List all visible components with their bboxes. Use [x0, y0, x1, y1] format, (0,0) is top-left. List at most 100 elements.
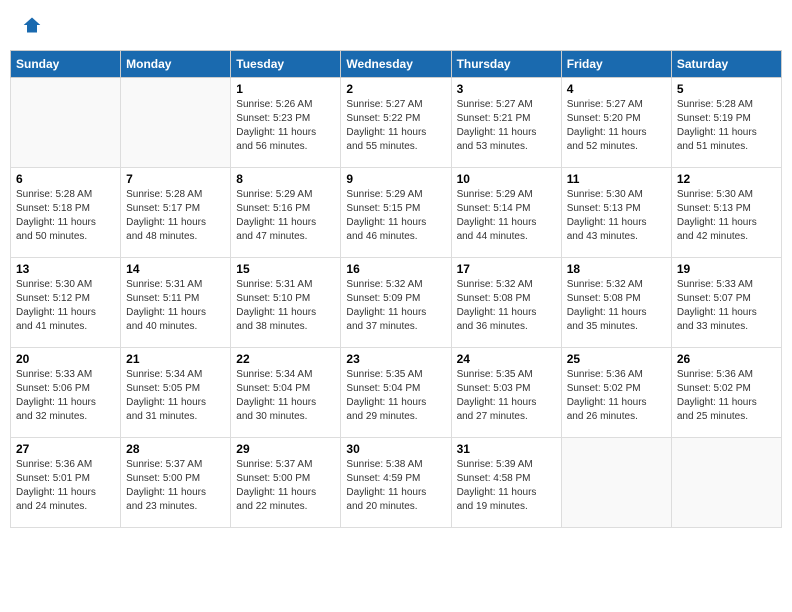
- calendar-cell: 20 Sunrise: 5:33 AMSunset: 5:06 PMDayligh…: [11, 348, 121, 438]
- calendar-cell: 2 Sunrise: 5:27 AMSunset: 5:22 PMDaylight…: [341, 78, 451, 168]
- logo-icon: [22, 15, 42, 35]
- calendar-cell: 9 Sunrise: 5:29 AMSunset: 5:15 PMDaylight…: [341, 168, 451, 258]
- day-number: 11: [567, 172, 666, 186]
- calendar-week-row: 1Sunrise: 5:26 AMSunset: 5:23 PMDaylight…: [11, 78, 782, 168]
- day-number: 28: [126, 442, 225, 456]
- calendar-cell: 18 Sunrise: 5:32 AMSunset: 5:08 PMDayligh…: [561, 258, 671, 348]
- calendar-cell: 31Sunrise: 5:39 AMSunset: 4:58 PMDayligh…: [451, 438, 561, 528]
- logo: [20, 15, 42, 35]
- day-info: Sunrise: 5:34 AMSunset: 5:04 PMDaylight:…: [236, 368, 335, 424]
- day-number: 25: [567, 352, 666, 366]
- day-number: 4: [567, 82, 666, 96]
- calendar-cell: 15 Sunrise: 5:31 AMSunset: 5:10 PMDayligh…: [231, 258, 341, 348]
- day-number: 18: [567, 262, 666, 276]
- calendar-week-row: 13 Sunrise: 5:30 AMSunset: 5:12 PMDayligh…: [11, 258, 782, 348]
- calendar-cell: 22 Sunrise: 5:34 AMSunset: 5:04 PMDayligh…: [231, 348, 341, 438]
- calendar-header: SundayMondayTuesdayWednesdayThursdayFrid…: [11, 51, 782, 78]
- calendar-cell: 23Sunrise: 5:35 AMSunset: 5:04 PMDayligh…: [341, 348, 451, 438]
- day-info: Sunrise: 5:27 AMSunset: 5:22 PMDaylight:…: [346, 98, 445, 154]
- day-info: Sunrise: 5:34 AMSunset: 5:05 PMDaylight:…: [126, 368, 225, 424]
- day-number: 7: [126, 172, 225, 186]
- day-number: 29: [236, 442, 335, 456]
- calendar-cell: [671, 438, 781, 528]
- weekday-header: Tuesday: [231, 51, 341, 78]
- day-number: 5: [677, 82, 776, 96]
- calendar-cell: 19 Sunrise: 5:33 AMSunset: 5:07 PMDayligh…: [671, 258, 781, 348]
- day-number: 14: [126, 262, 225, 276]
- day-number: 3: [457, 82, 556, 96]
- calendar-table: SundayMondayTuesdayWednesdayThursdayFrid…: [10, 50, 782, 528]
- day-number: 27: [16, 442, 115, 456]
- calendar-cell: 6Sunrise: 5:28 AMSunset: 5:18 PMDaylight…: [11, 168, 121, 258]
- day-number: 10: [457, 172, 556, 186]
- calendar-cell: [561, 438, 671, 528]
- calendar-cell: [11, 78, 121, 168]
- day-info: Sunrise: 5:30 AMSunset: 5:13 PMDaylight:…: [567, 188, 666, 244]
- calendar-body: 1Sunrise: 5:26 AMSunset: 5:23 PMDaylight…: [11, 78, 782, 528]
- calendar-cell: 4 Sunrise: 5:27 AMSunset: 5:20 PMDaylight…: [561, 78, 671, 168]
- day-info: Sunrise: 5:35 AMSunset: 5:04 PMDaylight:…: [346, 368, 445, 424]
- day-info: Sunrise: 5:35 AMSunset: 5:03 PMDaylight:…: [457, 368, 556, 424]
- day-info: Sunrise: 5:28 AMSunset: 5:17 PMDaylight:…: [126, 188, 225, 244]
- calendar-week-row: 6Sunrise: 5:28 AMSunset: 5:18 PMDaylight…: [11, 168, 782, 258]
- day-info: Sunrise: 5:36 AMSunset: 5:02 PMDaylight:…: [567, 368, 666, 424]
- day-number: 16: [346, 262, 445, 276]
- day-info: Sunrise: 5:29 AMSunset: 5:15 PMDaylight:…: [346, 188, 445, 244]
- calendar-cell: 17 Sunrise: 5:32 AMSunset: 5:08 PMDayligh…: [451, 258, 561, 348]
- day-info: Sunrise: 5:30 AMSunset: 5:12 PMDaylight:…: [16, 278, 115, 334]
- day-info: Sunrise: 5:31 AMSunset: 5:10 PMDaylight:…: [236, 278, 335, 334]
- calendar-week-row: 27Sunrise: 5:36 AMSunset: 5:01 PMDayligh…: [11, 438, 782, 528]
- weekday-header: Sunday: [11, 51, 121, 78]
- day-number: 9: [346, 172, 445, 186]
- day-info: Sunrise: 5:27 AMSunset: 5:21 PMDaylight:…: [457, 98, 556, 154]
- calendar-cell: 16Sunrise: 5:32 AMSunset: 5:09 PMDayligh…: [341, 258, 451, 348]
- calendar-cell: 3 Sunrise: 5:27 AMSunset: 5:21 PMDaylight…: [451, 78, 561, 168]
- weekday-header: Wednesday: [341, 51, 451, 78]
- day-number: 8: [236, 172, 335, 186]
- calendar-cell: 26Sunrise: 5:36 AMSunset: 5:02 PMDayligh…: [671, 348, 781, 438]
- calendar-cell: 10 Sunrise: 5:29 AMSunset: 5:14 PMDayligh…: [451, 168, 561, 258]
- day-info: Sunrise: 5:39 AMSunset: 4:58 PMDaylight:…: [457, 458, 556, 514]
- calendar-cell: 30Sunrise: 5:38 AMSunset: 4:59 PMDayligh…: [341, 438, 451, 528]
- day-info: Sunrise: 5:33 AMSunset: 5:06 PMDaylight:…: [16, 368, 115, 424]
- calendar-cell: 24 Sunrise: 5:35 AMSunset: 5:03 PMDayligh…: [451, 348, 561, 438]
- day-number: 24: [457, 352, 556, 366]
- calendar-cell: 12 Sunrise: 5:30 AMSunset: 5:13 PMDayligh…: [671, 168, 781, 258]
- calendar-cell: 28 Sunrise: 5:37 AMSunset: 5:00 PMDayligh…: [121, 438, 231, 528]
- calendar-cell: 5 Sunrise: 5:28 AMSunset: 5:19 PMDaylight…: [671, 78, 781, 168]
- calendar-cell: 8 Sunrise: 5:29 AMSunset: 5:16 PMDaylight…: [231, 168, 341, 258]
- day-number: 21: [126, 352, 225, 366]
- day-number: 20: [16, 352, 115, 366]
- calendar-cell: 7 Sunrise: 5:28 AMSunset: 5:17 PMDaylight…: [121, 168, 231, 258]
- day-number: 17: [457, 262, 556, 276]
- day-number: 15: [236, 262, 335, 276]
- calendar-cell: 29Sunrise: 5:37 AMSunset: 5:00 PMDayligh…: [231, 438, 341, 528]
- calendar-cell: 13 Sunrise: 5:30 AMSunset: 5:12 PMDayligh…: [11, 258, 121, 348]
- day-info: Sunrise: 5:28 AMSunset: 5:19 PMDaylight:…: [677, 98, 776, 154]
- day-info: Sunrise: 5:26 AMSunset: 5:23 PMDaylight:…: [236, 98, 335, 154]
- weekday-header: Thursday: [451, 51, 561, 78]
- day-number: 6: [16, 172, 115, 186]
- calendar-cell: 14Sunrise: 5:31 AMSunset: 5:11 PMDayligh…: [121, 258, 231, 348]
- calendar-cell: 27Sunrise: 5:36 AMSunset: 5:01 PMDayligh…: [11, 438, 121, 528]
- day-number: 12: [677, 172, 776, 186]
- day-info: Sunrise: 5:32 AMSunset: 5:08 PMDaylight:…: [567, 278, 666, 334]
- day-info: Sunrise: 5:27 AMSunset: 5:20 PMDaylight:…: [567, 98, 666, 154]
- day-info: Sunrise: 5:37 AMSunset: 5:00 PMDaylight:…: [126, 458, 225, 514]
- day-info: Sunrise: 5:32 AMSunset: 5:08 PMDaylight:…: [457, 278, 556, 334]
- header-row: SundayMondayTuesdayWednesdayThursdayFrid…: [11, 51, 782, 78]
- day-info: Sunrise: 5:36 AMSunset: 5:02 PMDaylight:…: [677, 368, 776, 424]
- day-number: 2: [346, 82, 445, 96]
- weekday-header: Monday: [121, 51, 231, 78]
- day-info: Sunrise: 5:30 AMSunset: 5:13 PMDaylight:…: [677, 188, 776, 244]
- calendar-cell: 25 Sunrise: 5:36 AMSunset: 5:02 PMDayligh…: [561, 348, 671, 438]
- day-number: 19: [677, 262, 776, 276]
- calendar-cell: 11 Sunrise: 5:30 AMSunset: 5:13 PMDayligh…: [561, 168, 671, 258]
- day-number: 22: [236, 352, 335, 366]
- day-info: Sunrise: 5:29 AMSunset: 5:16 PMDaylight:…: [236, 188, 335, 244]
- calendar-cell: [121, 78, 231, 168]
- calendar-cell: 21 Sunrise: 5:34 AMSunset: 5:05 PMDayligh…: [121, 348, 231, 438]
- day-info: Sunrise: 5:33 AMSunset: 5:07 PMDaylight:…: [677, 278, 776, 334]
- day-info: Sunrise: 5:29 AMSunset: 5:14 PMDaylight:…: [457, 188, 556, 244]
- day-number: 13: [16, 262, 115, 276]
